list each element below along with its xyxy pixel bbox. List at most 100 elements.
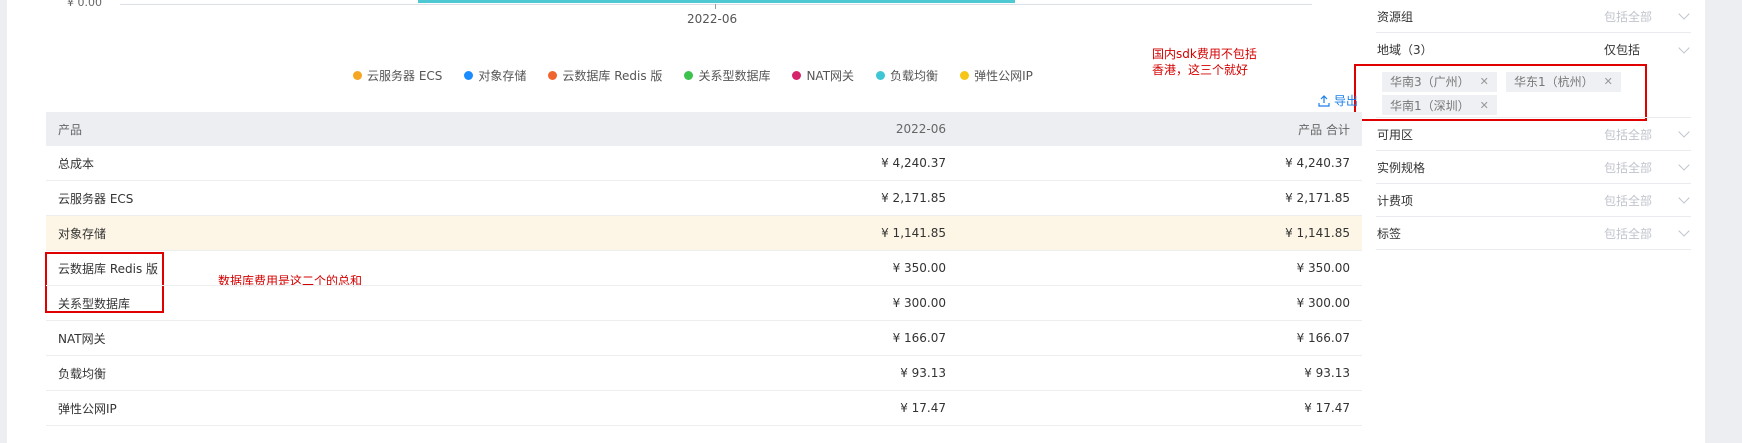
table-row: 云数据库 Redis 版 ¥ 350.00 ¥ 350.00 (46, 251, 1362, 286)
cell-product: 云数据库 Redis 版 (58, 261, 159, 276)
left-gutter (0, 0, 7, 443)
table-row: NAT网关 ¥ 166.07 ¥ 166.07 (46, 321, 1362, 356)
filter-value: 包括全部 (1604, 226, 1653, 241)
cell-total: ¥ 93.13 (1304, 366, 1350, 380)
cell-month: ¥ 4,240.37 (881, 156, 946, 170)
legend-dot (548, 71, 558, 80)
legend-item-nat[interactable]: NAT网关 (792, 67, 854, 84)
filter-resource-group[interactable]: 资源组 包括全部 (1376, 0, 1691, 33)
filter-label: 标签 (1377, 226, 1402, 241)
region-tag-label: 华南1（深圳） (1390, 98, 1470, 113)
cell-product: 关系型数据库 (58, 296, 131, 311)
annotation-region-note: 国内sdk费用不包括 香港，这三个就好 (1152, 46, 1257, 78)
table-row: 对象存储 ¥ 1,141.85 ¥ 1,141.85 (46, 216, 1362, 251)
upload-icon (1318, 94, 1330, 107)
cell-product: NAT网关 (58, 331, 106, 346)
close-icon[interactable]: ✕ (1604, 75, 1613, 88)
region-tag[interactable]: 华南1（深圳） ✕ (1382, 95, 1497, 115)
cell-product: 总成本 (58, 156, 95, 171)
main-panel: ¥ 0.00 2022-06 云服务器 ECS 对象存储 云数据库 Redis … (7, 0, 1705, 443)
cell-total: ¥ 2,171.85 (1285, 191, 1350, 205)
close-icon[interactable]: ✕ (1480, 75, 1489, 88)
cell-product: 云服务器 ECS (58, 191, 134, 206)
cell-product: 负载均衡 (58, 366, 107, 381)
filter-label: 计费项 (1377, 193, 1414, 208)
filter-label: 实例规格 (1377, 160, 1426, 175)
filter-value: 包括全部 (1604, 9, 1653, 24)
filter-billing-item[interactable]: 计费项 包括全部 (1376, 184, 1691, 217)
legend-item-oss[interactable]: 对象存储 (464, 67, 526, 84)
header-month[interactable]: 2022-06 (646, 122, 946, 136)
cell-total: ¥ 4,240.37 (1285, 156, 1350, 170)
header-product[interactable]: 产品 (46, 121, 646, 138)
legend-dot (684, 71, 694, 80)
legend-item-rds[interactable]: 关系型数据库 (684, 67, 770, 84)
cost-table: 产品 2022-06 产品 合计 总成本 ¥ 4,240.37 ¥ 4,240.… (46, 112, 1362, 426)
filter-label: 可用区 (1377, 127, 1414, 142)
filter-value: 包括全部 (1604, 193, 1653, 208)
legend-dot (960, 71, 970, 80)
chevron-down-icon (1678, 159, 1690, 171)
chart-x-tick-label: 2022-06 (687, 12, 738, 26)
chart-legend: 云服务器 ECS 对象存储 云数据库 Redis 版 关系型数据库 NAT网关 … (353, 67, 1055, 84)
region-tag-label: 华东1（杭州） (1513, 75, 1594, 89)
region-tag[interactable]: 华南3（广州） ✕ (1382, 71, 1497, 92)
chevron-down-icon (1678, 126, 1690, 138)
legend-item-redis[interactable]: 云数据库 Redis 版 (548, 67, 662, 84)
annotation-line: 国内sdk费用不包括 (1152, 47, 1257, 61)
legend-dot (464, 71, 474, 80)
filter-instance-spec[interactable]: 实例规格 包括全部 (1376, 151, 1691, 184)
cell-month: ¥ 300.00 (892, 296, 946, 310)
cell-total: ¥ 17.47 (1304, 401, 1350, 415)
chart-series-area-edge (418, 0, 1015, 3)
filter-tag[interactable]: 标签 包括全部 (1376, 217, 1691, 250)
table-row: 云服务器 ECS ¥ 2,171.85 ¥ 2,171.85 (46, 181, 1362, 216)
cell-total: ¥ 350.00 (1296, 261, 1350, 275)
legend-label: 对象存储 (478, 69, 527, 83)
table-header: 产品 2022-06 产品 合计 (46, 112, 1362, 146)
header-total[interactable]: 产品 合计 (946, 121, 1362, 138)
cell-month: ¥ 1,141.85 (881, 226, 946, 240)
legend-label: 云数据库 Redis 版 (562, 69, 663, 83)
filter-value: 包括全部 (1604, 127, 1653, 142)
cell-product: 对象存储 (58, 226, 107, 241)
cell-month: ¥ 166.07 (892, 331, 946, 345)
cell-month: ¥ 2,171.85 (881, 191, 946, 205)
cell-total: ¥ 166.07 (1296, 331, 1350, 345)
chevron-down-icon (1678, 41, 1690, 54)
right-gutter (1705, 0, 1742, 443)
annotation-line: 香港，这三个就好 (1152, 63, 1249, 77)
legend-dot (876, 71, 886, 80)
legend-label: NAT网关 (806, 69, 855, 83)
cell-total: ¥ 300.00 (1296, 296, 1350, 310)
legend-label: 负载均衡 (890, 69, 939, 83)
cell-product: 弹性公网IP (58, 401, 117, 416)
legend-item-eip[interactable]: 弹性公网IP (960, 67, 1033, 84)
region-tag[interactable]: 华东1（杭州） ✕ (1505, 71, 1621, 92)
chevron-down-icon (1678, 192, 1690, 204)
legend-item-slb[interactable]: 负载均衡 (876, 67, 938, 84)
legend-dot (353, 71, 362, 80)
region-tag-label: 华南3（广州） (1390, 75, 1470, 89)
chevron-down-icon (1678, 8, 1690, 20)
filter-value: 包括全部 (1604, 160, 1653, 175)
filter-zone[interactable]: 可用区 包括全部 (1376, 118, 1691, 151)
cell-month: ¥ 17.47 (900, 401, 946, 415)
filter-label: 地域（3） (1377, 43, 1433, 57)
region-tag-list: 华南3（广州） ✕ 华东1（杭州） ✕ 华南1（深圳） ✕ (1382, 71, 1642, 118)
export-button[interactable]: 导出 (1318, 92, 1358, 109)
chevron-down-icon (1678, 225, 1690, 237)
chart-x-tick-mark (715, 4, 716, 9)
chart-y-tick-label: ¥ 0.00 (67, 0, 102, 9)
filter-panel: 资源组 包括全部 地域（3） 仅包括 可用区 包括全部 实例规格 包括全部 计费… (1376, 0, 1691, 250)
export-label: 导出 (1334, 94, 1359, 108)
legend-dot (792, 71, 802, 80)
table-row: 关系型数据库 ¥ 300.00 ¥ 300.00 (46, 286, 1362, 321)
filter-label: 资源组 (1377, 9, 1414, 24)
legend-item-ecs[interactable]: 云服务器 ECS (353, 67, 442, 84)
chart-x-axis (120, 4, 1312, 5)
legend-label: 云服务器 ECS (367, 69, 443, 83)
legend-label: 弹性公网IP (974, 69, 1033, 83)
close-icon[interactable]: ✕ (1480, 99, 1489, 112)
filter-region[interactable]: 地域（3） 仅包括 (1376, 33, 1691, 66)
